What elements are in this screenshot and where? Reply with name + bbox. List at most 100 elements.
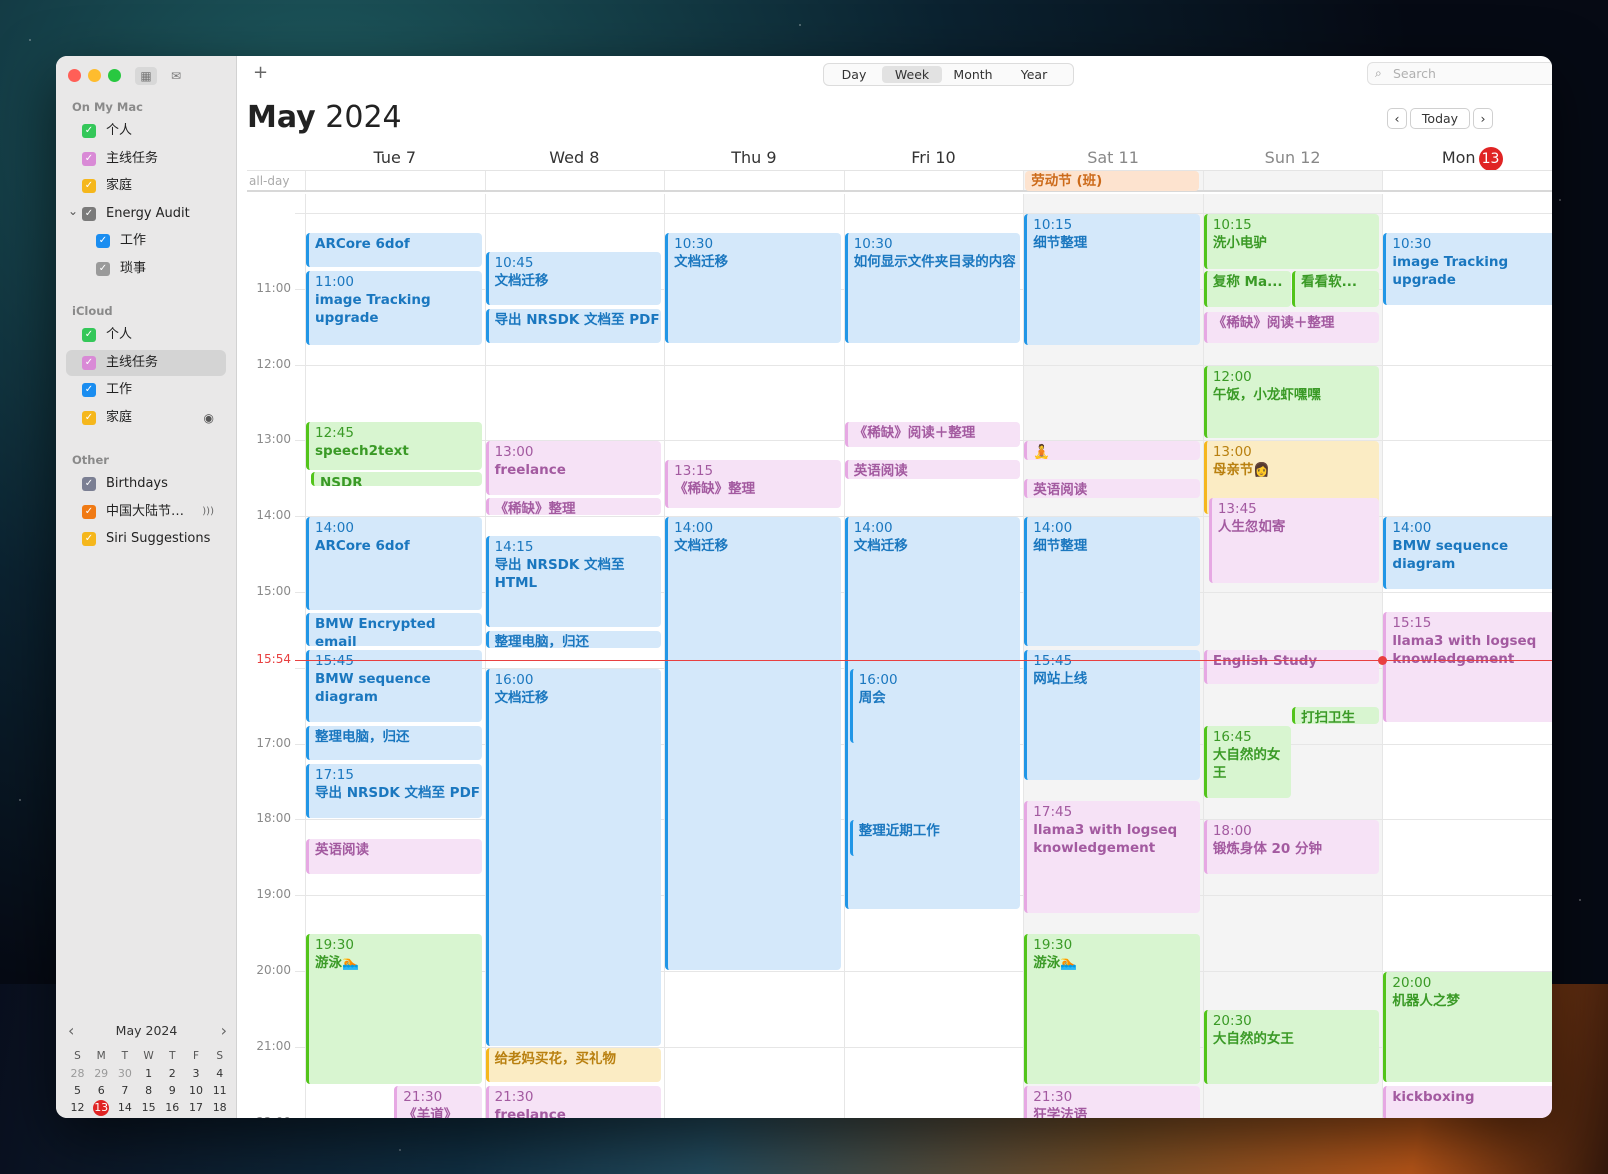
mini-day[interactable]: 19 <box>66 1116 89 1118</box>
calendar-event[interactable]: 14:00 文档迁移 <box>665 517 841 970</box>
mini-next-icon[interactable]: › <box>221 1022 227 1040</box>
calendar-event[interactable]: 11:00 image Tracking upgrade <box>306 270 482 345</box>
calendar-event[interactable]: 14:00 细节整理 <box>1024 517 1200 647</box>
all-day-event[interactable]: 劳动节 (班) <box>1025 171 1199 191</box>
mini-day[interactable]: 20 <box>90 1116 113 1118</box>
mini-day[interactable]: 13 <box>90 1099 113 1116</box>
mini-day[interactable]: 5 <box>66 1082 89 1099</box>
mini-day[interactable]: 25 <box>208 1116 231 1118</box>
checkbox[interactable]: ✓ <box>82 383 96 397</box>
prev-week-button[interactable]: ‹ <box>1387 108 1407 129</box>
calendar-event[interactable]: 打扫卫生 <box>1292 706 1380 724</box>
sidebar-calendar-item[interactable]: ⌄ ✓ Energy Audit <box>66 201 226 227</box>
sidebar-calendar-item[interactable]: ✓ 主线任务 <box>66 349 226 376</box>
mini-day[interactable]: 12 <box>66 1099 89 1116</box>
checkbox[interactable]: ✓ <box>82 532 96 546</box>
calendar-event[interactable]: 英语阅读 <box>844 460 1021 479</box>
mini-day[interactable]: 1 <box>137 1065 160 1082</box>
calendar-event[interactable]: 15:45 网站上线 <box>1024 649 1200 781</box>
calendar-event[interactable]: 17:15 导出 NRSDK 文档至 PDF <box>306 763 482 819</box>
calendar-event[interactable]: 14:00 ARCore 6dof <box>306 517 482 610</box>
view-tab-year[interactable]: Year <box>1004 66 1064 83</box>
calendar-event[interactable]: 13:45 人生忽如寄 <box>1208 498 1380 584</box>
sidebar-calendar-item[interactable]: ✓ 个人 <box>66 118 226 144</box>
checkbox[interactable]: ✓ <box>82 410 96 425</box>
minimize-button[interactable] <box>88 69 101 82</box>
mini-day[interactable]: 30 <box>113 1065 136 1082</box>
mini-day[interactable]: 11 <box>208 1082 231 1099</box>
checkbox[interactable]: ✓ <box>82 151 96 166</box>
mini-day[interactable]: 15 <box>137 1099 160 1116</box>
mini-day[interactable]: 10 <box>185 1082 208 1099</box>
mini-day[interactable]: 14 <box>113 1099 136 1116</box>
checkbox[interactable]: ✓ <box>82 328 96 342</box>
calendar-event[interactable]: 21:30 freelance <box>485 1085 662 1118</box>
calendar-event[interactable]: 21:30 狂学法语 <box>1024 1085 1200 1118</box>
checkbox[interactable]: ✓ <box>96 261 110 276</box>
calendar-event[interactable]: 整理电脑，归还 <box>306 725 482 760</box>
calendar-event[interactable]: 《稀缺》整理 <box>485 498 662 516</box>
calendar-event[interactable]: 英语阅读 <box>1024 479 1200 498</box>
mini-day[interactable]: 9 <box>161 1082 184 1099</box>
day-header[interactable]: Tue 7 <box>305 146 485 170</box>
view-tab-month[interactable]: Month <box>943 66 1003 83</box>
sidebar-calendar-item[interactable]: ✓ 个人 <box>66 322 226 348</box>
mini-day[interactable]: 3 <box>185 1065 208 1082</box>
mini-day[interactable]: 18 <box>208 1099 231 1116</box>
calendar-list-icon[interactable]: ▦ <box>135 67 157 85</box>
mini-day[interactable]: 29 <box>90 1065 113 1082</box>
close-button[interactable] <box>68 69 81 82</box>
mini-day[interactable]: 24 <box>185 1116 208 1118</box>
sidebar-calendar-item[interactable]: ✓ 家庭 ◉ <box>66 405 226 431</box>
calendar-event[interactable]: 16:00 文档迁移 <box>485 668 662 1046</box>
day-header[interactable]: Wed 8 <box>485 146 665 170</box>
calendar-event[interactable]: 17:45 llama3 with logseq knowledgement <box>1024 801 1200 914</box>
calendar-event[interactable]: 12:00 午饭，小龙虾嘿嘿 <box>1203 365 1380 438</box>
calendar-event[interactable]: 给老妈买花，买礼物 <box>485 1047 662 1083</box>
mini-day[interactable]: 23 <box>161 1116 184 1118</box>
calendar-event[interactable]: 19:30 游泳🏊 <box>1024 934 1200 1084</box>
calendar-event[interactable]: 18:00 锻炼身体 20 分钟 <box>1203 820 1380 874</box>
calendar-event[interactable]: English Study <box>1203 649 1380 685</box>
mini-day[interactable]: 17 <box>185 1099 208 1116</box>
calendar-event[interactable]: NSDR <box>311 471 482 487</box>
calendar-event[interactable]: 《稀缺》阅读＋整理 <box>844 422 1021 447</box>
day-header[interactable]: Sat 11 <box>1023 146 1203 170</box>
calendar-event[interactable]: 导出 NRSDK 文档至 PDF <box>485 308 662 344</box>
calendar-event[interactable]: 10:30 image Tracking upgrade <box>1383 232 1552 306</box>
calendar-event[interactable]: 14:00 BMW sequence diagram <box>1383 517 1552 590</box>
calendar-event[interactable]: 🧘 <box>1024 441 1200 460</box>
calendar-event[interactable]: 英语阅读 <box>306 839 482 874</box>
calendar-event[interactable]: 10:15 细节整理 <box>1024 213 1200 345</box>
mini-day[interactable]: 8 <box>137 1082 160 1099</box>
next-week-button[interactable]: › <box>1473 108 1493 129</box>
calendar-event[interactable]: 复称 Ma... <box>1203 270 1292 307</box>
view-tab-week[interactable]: Week <box>882 66 942 83</box>
calendar-event[interactable]: 10:15 洗小电驴 <box>1203 213 1380 269</box>
view-tab-day[interactable]: Day <box>827 66 881 83</box>
mini-day[interactable]: 16 <box>161 1099 184 1116</box>
checkbox[interactable]: ✓ <box>82 355 96 370</box>
calendar-event[interactable]: 12:45 speech2text <box>306 422 482 470</box>
sidebar-calendar-item[interactable]: ✓ Birthdays <box>66 471 226 497</box>
calendar-event[interactable]: 10:45 文档迁移 <box>485 251 662 306</box>
calendar-event[interactable]: 16:45 大自然的女王 <box>1203 725 1292 798</box>
calendar-event[interactable]: 15:15 llama3 with logseq knowledgement <box>1383 611 1552 723</box>
calendar-event[interactable]: 看看软... <box>1292 270 1380 307</box>
sidebar-calendar-item[interactable]: ✓ 工作 <box>66 228 226 254</box>
sidebar-calendar-item[interactable]: ✓ 主线任务 <box>66 146 226 172</box>
zoom-button[interactable] <box>108 69 121 82</box>
calendar-event[interactable]: ARCore 6dof <box>306 232 482 268</box>
calendar-event[interactable]: 《稀缺》阅读＋整理 <box>1203 312 1380 344</box>
calendar-event[interactable]: 20:30 大自然的女王 <box>1203 1009 1380 1084</box>
calendar-event[interactable]: 10:30 文档迁移 <box>665 232 841 344</box>
calendar-event[interactable]: 13:00 freelance <box>485 441 662 495</box>
inbox-icon[interactable]: ✉ <box>165 67 187 85</box>
calendar-event[interactable]: 21:30 《羊道》 <box>394 1085 482 1118</box>
checkbox[interactable]: ✓ <box>82 504 96 519</box>
calendar-event[interactable]: kickboxing <box>1383 1085 1552 1118</box>
calendar-event[interactable]: 整理电脑，归还 <box>485 630 662 648</box>
day-header[interactable]: Fri 10 <box>844 146 1024 170</box>
calendar-event[interactable]: 20:00 机器人之梦 <box>1383 971 1552 1083</box>
search-field[interactable]: ⌕ Search <box>1367 62 1552 85</box>
